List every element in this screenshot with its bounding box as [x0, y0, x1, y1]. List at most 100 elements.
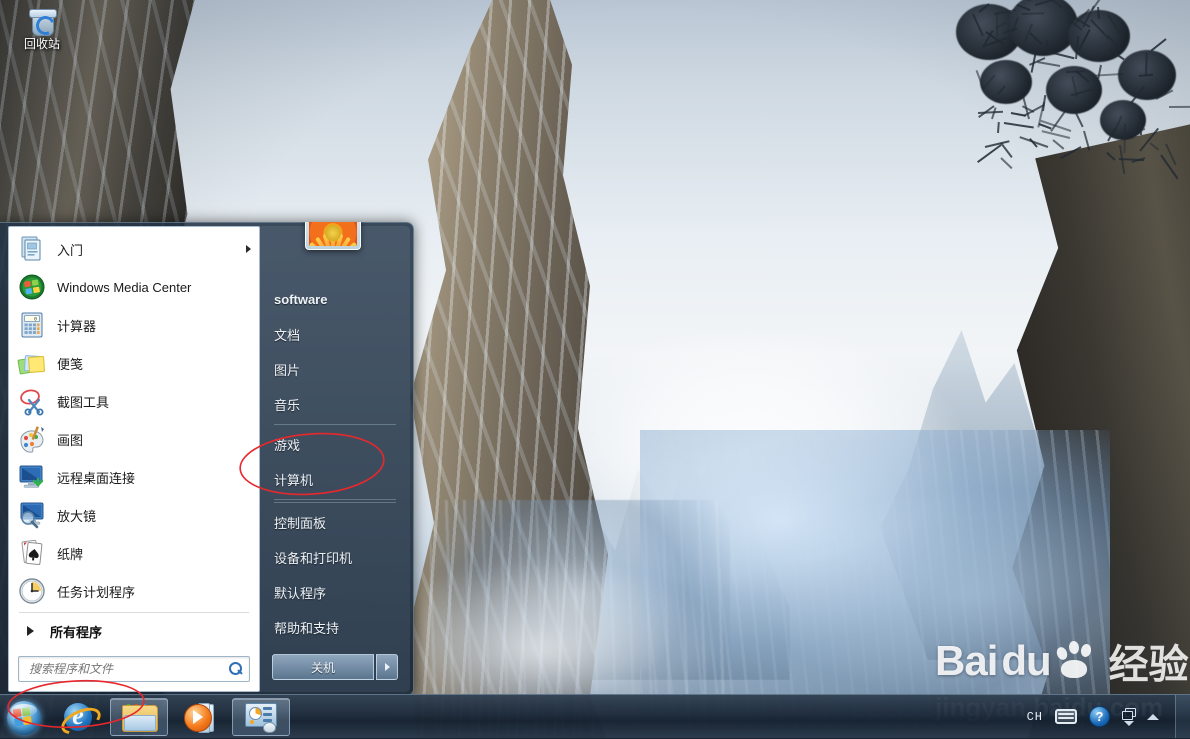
- start-menu-item-2[interactable]: Windows Media Center: [9, 268, 259, 306]
- tray-overflow-button[interactable]: [1122, 708, 1135, 726]
- internet-explorer-icon: e: [62, 701, 94, 733]
- start-menu-item-label: Windows Media Center: [57, 280, 191, 295]
- task-scheduler-icon: [17, 576, 47, 606]
- start-menu-right-item-2[interactable]: 文档: [260, 317, 410, 352]
- sticky-notes-icon: [17, 348, 47, 378]
- all-programs-label: 所有程序: [50, 622, 102, 641]
- chevron-up-icon: [1147, 714, 1159, 720]
- windows-explorer-icon: [122, 703, 156, 731]
- recycle-bin-icon: [27, 6, 57, 36]
- search-box[interactable]: [18, 656, 250, 682]
- control-panel-icon: [245, 703, 277, 731]
- taskbar-button-internet-explorer[interactable]: e: [50, 699, 106, 735]
- shutdown-options-button[interactable]: [376, 654, 398, 680]
- magnifier-icon: [17, 500, 47, 530]
- show-hidden-icons-icon: [1122, 708, 1135, 719]
- start-menu-item-label: 入门: [57, 240, 83, 259]
- getting-started-icon: [17, 234, 47, 264]
- chevron-right-icon: [246, 245, 251, 253]
- system-tray: CH ?: [1021, 695, 1169, 738]
- start-menu-right-list: software 文档图片音乐游戏计算机控制面板设备和打印机 默认程序帮助和支持: [260, 282, 410, 645]
- start-menu-left-panel: 入门 Windows Media Center 0 计算器 便笺 截图工具 画图…: [8, 226, 260, 692]
- start-menu-item-7[interactable]: 远程桌面连接: [9, 458, 259, 496]
- search-input[interactable]: [27, 661, 229, 677]
- start-menu-right-item-label: software: [274, 292, 327, 307]
- start-menu-program-list: 入门 Windows Media Center 0 计算器 便笺 截图工具 画图…: [9, 227, 259, 610]
- start-menu-item-9[interactable]: 纸牌: [9, 534, 259, 572]
- start-menu-right-item-4[interactable]: 音乐: [260, 387, 410, 422]
- start-menu-item-5[interactable]: 截图工具: [9, 382, 259, 420]
- windows-media-player-icon: [184, 702, 216, 732]
- tray-help-button[interactable]: ?: [1089, 706, 1110, 727]
- keyboard-icon: [1055, 709, 1077, 724]
- start-menu-item-6[interactable]: 画图: [9, 420, 259, 458]
- tray-ime-indicator[interactable]: CH: [1027, 710, 1043, 724]
- tray-keyboard-button[interactable]: [1055, 709, 1077, 724]
- shutdown-button[interactable]: 关机: [272, 654, 374, 680]
- taskbar[interactable]: e CH ?: [0, 694, 1190, 738]
- avatar-flower-image: [309, 222, 357, 246]
- taskbar-button-control-panel[interactable]: [232, 698, 290, 736]
- start-menu-item-label: 远程桌面连接: [57, 468, 135, 487]
- start-menu-item-label: 截图工具: [57, 392, 109, 411]
- start-menu-right-divider: [274, 424, 396, 425]
- start-menu-search-area: [9, 648, 259, 691]
- start-menu-divider: [19, 612, 249, 613]
- start-menu-item-label: 计算器: [57, 316, 96, 335]
- start-menu-right-item-1[interactable]: software: [260, 282, 410, 317]
- start-menu-right-item-label: 音乐: [274, 395, 300, 414]
- start-menu-right-item-label: 计算机: [274, 470, 313, 489]
- taskbar-button-windows-media-player[interactable]: [172, 699, 228, 735]
- start-menu-right-item-6[interactable]: 计算机: [260, 462, 410, 497]
- remote-desktop-icon: [17, 462, 47, 492]
- start-menu-item-label: 纸牌: [57, 544, 83, 563]
- user-avatar[interactable]: [305, 222, 361, 250]
- start-menu[interactable]: software 文档图片音乐游戏计算机控制面板设备和打印机 默认程序帮助和支持 关…: [0, 222, 414, 696]
- shutdown-group[interactable]: 关机: [272, 654, 398, 680]
- start-menu-item-1[interactable]: 入门: [9, 230, 259, 268]
- search-icon: [229, 662, 244, 677]
- show-desktop-button[interactable]: [1175, 695, 1190, 738]
- start-menu-item-4[interactable]: 便笺: [9, 344, 259, 382]
- start-menu-right-item-label: 文档: [274, 325, 300, 344]
- chevron-right-icon: [385, 663, 390, 671]
- svg-text:0: 0: [34, 317, 37, 323]
- chevron-down-icon: [1124, 721, 1134, 726]
- start-menu-right-item-label: 默认程序: [274, 583, 326, 602]
- desktop-icon-recycle-bin[interactable]: 回收站: [6, 4, 78, 60]
- windows-media-center-icon: [17, 272, 47, 302]
- start-menu-right-item-9[interactable]: 默认程序: [260, 575, 410, 610]
- snipping-tool-icon: [17, 386, 47, 416]
- start-menu-right-item-10[interactable]: 帮助和支持: [260, 610, 410, 645]
- start-menu-right-item-label: 游戏: [274, 435, 300, 454]
- paint-icon: [17, 424, 47, 454]
- start-menu-right-item-7[interactable]: 控制面板: [260, 505, 410, 540]
- start-menu-right-item-label: 图片: [274, 360, 300, 379]
- start-menu-right-divider: [274, 502, 396, 503]
- start-menu-right-item-5[interactable]: 游戏: [260, 427, 410, 462]
- start-menu-item-label: 任务计划程序: [57, 582, 135, 601]
- taskbar-button-windows-explorer[interactable]: [110, 698, 168, 736]
- start-menu-right-item-8[interactable]: 设备和打印机: [260, 540, 410, 575]
- start-orb-gloss: [11, 704, 37, 717]
- help-icon: ?: [1089, 706, 1110, 727]
- start-menu-item-label: 画图: [57, 430, 83, 449]
- ime-language-label: CH: [1027, 710, 1043, 724]
- start-menu-item-8[interactable]: 放大镜: [9, 496, 259, 534]
- start-menu-right-item-label: 控制面板: [274, 513, 326, 532]
- start-menu-right-divider: [274, 499, 396, 500]
- chevron-right-icon: [27, 626, 34, 636]
- start-menu-item-10[interactable]: 任务计划程序: [9, 572, 259, 610]
- all-programs-button[interactable]: 所有程序: [9, 615, 259, 648]
- start-menu-right-item-3[interactable]: 图片: [260, 352, 410, 387]
- tray-show-more-button[interactable]: [1147, 714, 1159, 720]
- start-menu-right-panel: software 文档图片音乐游戏计算机控制面板设备和打印机 默认程序帮助和支持 关…: [260, 226, 410, 692]
- start-button[interactable]: [2, 697, 46, 737]
- recycle-bin-label: 回收站: [6, 37, 78, 51]
- start-menu-item-3[interactable]: 0 计算器: [9, 306, 259, 344]
- start-menu-right-item-label: 设备和打印机: [274, 548, 352, 567]
- start-menu-right-item-label: 帮助和支持: [274, 618, 339, 637]
- start-menu-item-label: 放大镜: [57, 506, 96, 525]
- calculator-icon: 0: [17, 310, 47, 340]
- start-menu-item-label: 便笺: [57, 354, 83, 373]
